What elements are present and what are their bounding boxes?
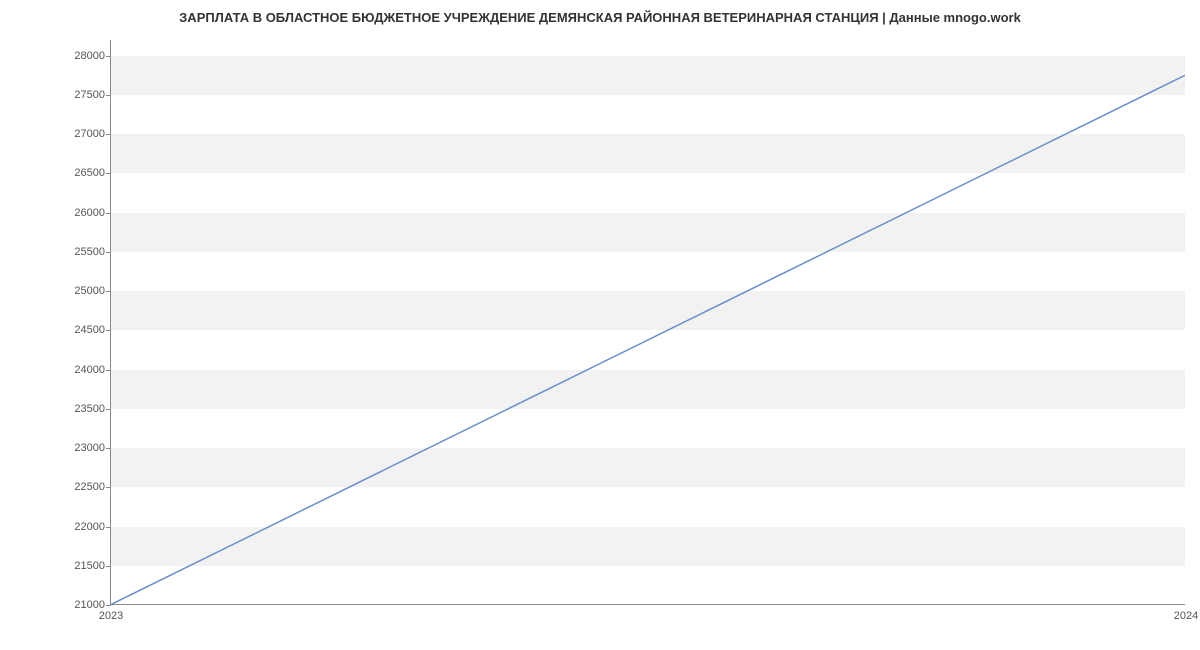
- grid-band: [111, 291, 1185, 330]
- y-tick-mark: [106, 213, 111, 214]
- x-tick-label: 2024: [1174, 610, 1198, 622]
- y-tick-label: 27000: [74, 128, 105, 140]
- grid-band: [111, 134, 1185, 173]
- y-tick-label: 23500: [74, 403, 105, 415]
- y-tick-mark: [106, 56, 111, 57]
- y-tick-label: 24000: [74, 364, 105, 376]
- chart-plot-area: 2100021500220002250023000235002400024500…: [110, 40, 1185, 605]
- y-tick-mark: [106, 134, 111, 135]
- y-tick-label: 28000: [74, 50, 105, 62]
- y-tick-label: 26500: [74, 167, 105, 179]
- y-tick-label: 21500: [74, 560, 105, 572]
- y-tick-mark: [106, 291, 111, 292]
- y-tick-label: 25000: [74, 285, 105, 297]
- y-tick-mark: [106, 252, 111, 253]
- y-tick-label: 24500: [74, 324, 105, 336]
- y-tick-mark: [106, 527, 111, 528]
- y-tick-mark: [106, 370, 111, 371]
- y-tick-label: 22500: [74, 481, 105, 493]
- grid-band: [111, 213, 1185, 252]
- x-tick-label: 2023: [99, 610, 123, 622]
- y-tick-label: 23000: [74, 442, 105, 454]
- chart-title: ЗАРПЛАТА В ОБЛАСТНОЕ БЮДЖЕТНОЕ УЧРЕЖДЕНИ…: [0, 0, 1200, 25]
- y-tick-label: 22000: [74, 521, 105, 533]
- grid-band: [111, 56, 1185, 95]
- grid-band: [111, 527, 1185, 566]
- y-tick-mark: [106, 173, 111, 174]
- y-tick-mark: [106, 448, 111, 449]
- y-tick-label: 27500: [74, 89, 105, 101]
- y-tick-mark: [106, 95, 111, 96]
- y-tick-mark: [106, 409, 111, 410]
- y-tick-mark: [106, 330, 111, 331]
- y-tick-label: 25500: [74, 246, 105, 258]
- grid-band: [111, 370, 1185, 409]
- y-tick-mark: [106, 566, 111, 567]
- y-tick-mark: [106, 605, 111, 606]
- y-tick-mark: [106, 487, 111, 488]
- grid-band: [111, 448, 1185, 487]
- y-tick-label: 26000: [74, 207, 105, 219]
